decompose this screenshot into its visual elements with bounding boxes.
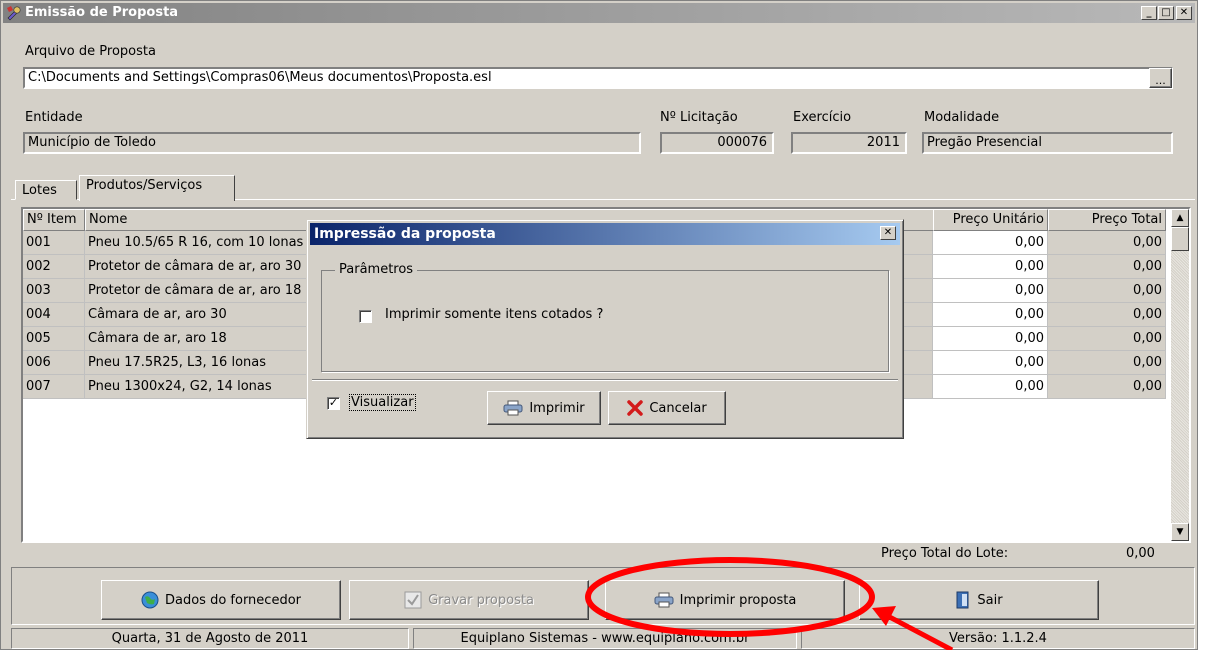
cell-item[interactable]: 006 bbox=[23, 351, 85, 375]
file-label: Arquivo de Proposta bbox=[25, 44, 156, 59]
visualizar-checkbox[interactable]: ✓ bbox=[327, 397, 340, 410]
imprimir-button[interactable]: Imprimir bbox=[487, 391, 601, 425]
globe-icon bbox=[141, 591, 159, 609]
parametros-label: Parâmetros bbox=[335, 262, 418, 277]
scroll-down-button[interactable]: ▼ bbox=[1171, 523, 1189, 541]
cell-preco-unitario[interactable]: 0,00 bbox=[933, 231, 1048, 255]
itens-cotados-label[interactable]: Imprimir somente itens cotados ? bbox=[385, 307, 603, 322]
cell-preco-unitario[interactable]: 0,00 bbox=[933, 279, 1048, 303]
itens-cotados-checkbox[interactable] bbox=[359, 310, 372, 323]
header-preco-total[interactable]: Preço Total bbox=[1048, 209, 1166, 231]
dialog-title-bar[interactable]: Impressão da proposta ✕ bbox=[310, 223, 900, 245]
header-item[interactable]: Nº Item bbox=[23, 209, 85, 231]
sair-button[interactable]: Sair bbox=[859, 580, 1099, 620]
check-icon bbox=[404, 591, 422, 609]
cell-preco-unitario[interactable]: 0,00 bbox=[933, 351, 1048, 375]
cell-item[interactable]: 005 bbox=[23, 327, 85, 351]
cell-preco-total[interactable]: 0,00 bbox=[1048, 255, 1166, 279]
exercicio-field: 2011 bbox=[791, 132, 907, 154]
cell-preco-unitario[interactable]: 0,00 bbox=[933, 303, 1048, 327]
sair-label: Sair bbox=[977, 592, 1003, 608]
tab-lotes[interactable]: Lotes bbox=[15, 180, 77, 200]
cell-preco-unitario[interactable]: 0,00 bbox=[933, 375, 1048, 399]
close-button[interactable]: ✕ bbox=[1176, 6, 1192, 20]
cell-preco-total[interactable]: 0,00 bbox=[1048, 351, 1166, 375]
cell-preco-total[interactable]: 0,00 bbox=[1048, 231, 1166, 255]
cell-item[interactable]: 004 bbox=[23, 303, 85, 327]
modalidade-field: Pregão Presencial bbox=[922, 132, 1173, 154]
title-bar[interactable]: Emissão de Proposta _ □ ✕ bbox=[3, 3, 1195, 23]
app-tools-icon bbox=[7, 6, 21, 21]
visualizar-label[interactable]: Visualizar bbox=[349, 394, 416, 411]
file-path-input[interactable]: C:\Documents and Settings\Compras06\Meus… bbox=[23, 67, 1173, 89]
cell-item[interactable]: 007 bbox=[23, 375, 85, 399]
exercicio-label: Exercício bbox=[793, 110, 852, 125]
vertical-scrollbar[interactable]: ▲ ▼ bbox=[1171, 209, 1189, 541]
minimize-button[interactable]: _ bbox=[1141, 6, 1157, 20]
licitacao-label: Nº Licitação bbox=[660, 110, 738, 125]
maximize-button[interactable]: □ bbox=[1158, 6, 1174, 20]
printer-icon bbox=[654, 592, 674, 608]
tab-produtos-servicos[interactable]: Produtos/Serviços bbox=[79, 175, 235, 201]
entidade-field: Município de Toledo bbox=[23, 132, 641, 154]
cell-item[interactable]: 002 bbox=[23, 255, 85, 279]
cell-preco-total[interactable]: 0,00 bbox=[1048, 279, 1166, 303]
imprimir-proposta-label: Imprimir proposta bbox=[679, 592, 797, 608]
cancelar-label: Cancelar bbox=[649, 400, 707, 416]
gravar-proposta-button[interactable]: Gravar proposta bbox=[349, 580, 589, 620]
gravar-proposta-label: Gravar proposta bbox=[428, 592, 534, 608]
exit-door-icon bbox=[956, 591, 969, 609]
cell-item[interactable]: 001 bbox=[23, 231, 85, 255]
dados-fornecedor-label: Dados do fornecedor bbox=[164, 592, 301, 608]
dados-fornecedor-button[interactable]: Dados do fornecedor bbox=[101, 580, 341, 620]
window-title: Emissão de Proposta bbox=[25, 5, 179, 20]
status-company: Equiplano Sistemas - www.equiplano.com.b… bbox=[413, 628, 797, 649]
cell-preco-total[interactable]: 0,00 bbox=[1048, 303, 1166, 327]
dialog-title: Impressão da proposta bbox=[314, 226, 496, 242]
browse-button[interactable]: ... bbox=[1149, 68, 1172, 88]
modalidade-label: Modalidade bbox=[924, 110, 1000, 125]
print-dialog: Impressão da proposta ✕ Parâmetros Impri… bbox=[306, 219, 904, 439]
cell-item[interactable]: 003 bbox=[23, 279, 85, 303]
cell-preco-unitario[interactable]: 0,00 bbox=[933, 255, 1048, 279]
dialog-close-button[interactable]: ✕ bbox=[880, 226, 896, 240]
lote-total-value: 0,00 bbox=[1126, 546, 1155, 561]
status-date: Quarta, 31 de Agosto de 2011 bbox=[11, 628, 409, 649]
cell-preco-total[interactable]: 0,00 bbox=[1048, 327, 1166, 351]
scroll-up-button[interactable]: ▲ bbox=[1171, 209, 1189, 227]
entidade-label: Entidade bbox=[25, 110, 83, 125]
status-version: Versão: 1.1.2.4 bbox=[801, 628, 1195, 649]
imprimir-label: Imprimir bbox=[529, 400, 585, 416]
cancelar-button[interactable]: Cancelar bbox=[608, 391, 726, 425]
printer-icon bbox=[503, 400, 523, 416]
scroll-thumb[interactable] bbox=[1171, 227, 1189, 251]
cell-preco-unitario[interactable]: 0,00 bbox=[933, 327, 1048, 351]
imprimir-proposta-button[interactable]: Imprimir proposta bbox=[605, 580, 845, 620]
header-preco-unitario[interactable]: Preço Unitário bbox=[933, 209, 1048, 231]
dialog-divider bbox=[312, 379, 898, 381]
lote-total-label: Preço Total do Lote: bbox=[881, 546, 1009, 561]
cell-preco-total[interactable]: 0,00 bbox=[1048, 375, 1166, 399]
licitacao-field: 000076 bbox=[660, 132, 774, 154]
cancel-x-icon bbox=[627, 400, 644, 416]
